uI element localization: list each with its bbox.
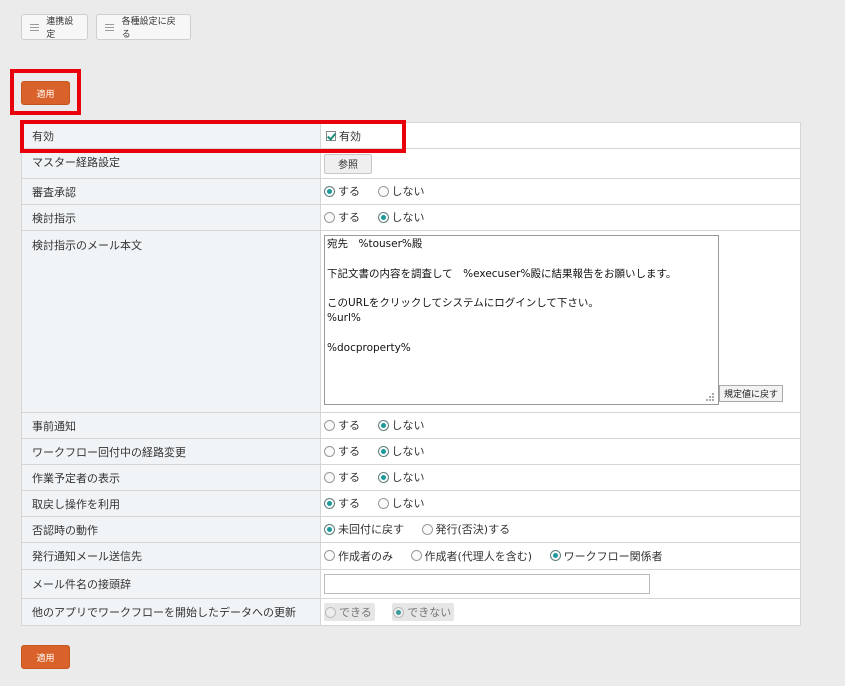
- label-show-planned: 作業予定者の表示: [21, 464, 321, 491]
- label-review-approval: 審査承認: [21, 178, 321, 205]
- row-master-route: マスター経路設定 参照: [21, 148, 801, 179]
- label-reject-action: 否認時の動作: [21, 516, 321, 543]
- list-icon: [30, 23, 39, 31]
- radio-label: しない: [391, 211, 425, 225]
- radio-on-icon: [549, 550, 561, 562]
- radio-label: する: [338, 419, 360, 433]
- radio-label: する: [338, 497, 360, 511]
- radio-label: できる: [339, 606, 372, 619]
- radio-on-icon: [324, 497, 335, 509]
- row-review-instruction: 検討指示 する しない: [21, 204, 801, 231]
- radio-review-approval-no[interactable]: しない: [377, 183, 425, 199]
- radio-off-icon: [377, 185, 389, 197]
- radio-notice-workflow-members[interactable]: ワークフロー関係者: [549, 548, 663, 564]
- row-review-mail-body: 検討指示のメール本文 宛先 %touser%殿 下記文書の内容を調査して %ex…: [21, 230, 801, 413]
- radio-review-approval-yes[interactable]: する: [324, 183, 360, 199]
- row-reject-action: 否認時の動作 未回付に戻す 発行(否決)する: [21, 516, 801, 543]
- apply-button-top[interactable]: 適用: [21, 81, 70, 105]
- radio-on-icon: [324, 185, 335, 197]
- radio-label: できない: [407, 606, 452, 619]
- label-advance-notice: 事前通知: [21, 412, 321, 439]
- radio-advance-notice-yes[interactable]: する: [324, 417, 360, 433]
- radio-off-icon: [325, 606, 336, 618]
- reset-default-button[interactable]: 規定値に戻す: [719, 385, 783, 402]
- radio-show-planned-yes[interactable]: する: [324, 469, 360, 485]
- radio-off-icon: [324, 211, 335, 223]
- resize-grip-icon[interactable]: [706, 393, 714, 401]
- row-review-approval: 審査承認 する しない: [21, 178, 801, 205]
- row-other-app-update: 他のアプリでワークフローを開始したデータへの更新 できる できない: [21, 598, 801, 626]
- radio-label: する: [338, 211, 360, 225]
- radio-route-change-no[interactable]: しない: [377, 443, 425, 459]
- radio-other-app-cannot[interactable]: できない: [392, 603, 455, 621]
- radio-off-icon: [324, 550, 335, 562]
- radio-label: 作成者(代理人を含む): [424, 549, 533, 563]
- link-settings-button[interactable]: 連携設定: [21, 14, 88, 40]
- apply-button-bottom[interactable]: 適用: [21, 645, 70, 669]
- radio-on-icon: [393, 606, 405, 618]
- radio-on-icon: [377, 471, 389, 483]
- label-other-app-update: 他のアプリでワークフローを開始したデータへの更新: [21, 598, 321, 626]
- radio-label: しない: [391, 445, 425, 459]
- radio-notice-creator-only[interactable]: 作成者のみ: [324, 548, 393, 564]
- label-master-route: マスター経路設定: [21, 148, 321, 179]
- back-to-settings-button[interactable]: 各種設定に戻る: [96, 14, 191, 40]
- radio-reject-return[interactable]: 未回付に戻す: [324, 521, 404, 537]
- label-issue-notice-to: 発行通知メール送信先: [21, 542, 321, 570]
- radio-off-icon: [421, 523, 433, 535]
- label-review-mail-body: 検討指示のメール本文: [21, 230, 321, 413]
- radio-undo-operation-yes[interactable]: する: [324, 495, 360, 511]
- radio-label: する: [338, 185, 360, 199]
- back-to-settings-label: 各種設定に戻る: [121, 17, 176, 40]
- radio-on-icon: [377, 211, 389, 223]
- radio-label: する: [338, 445, 360, 459]
- link-settings-label: 連携設定: [46, 17, 74, 40]
- radio-label: しない: [391, 471, 425, 485]
- radio-off-icon: [324, 419, 335, 431]
- radio-on-icon: [324, 523, 335, 535]
- radio-undo-operation-no[interactable]: しない: [377, 495, 425, 511]
- radio-label: する: [338, 471, 360, 485]
- review-mail-body-textarea[interactable]: 宛先 %touser%殿 下記文書の内容を調査して %execuser%殿に結果…: [324, 235, 719, 405]
- mail-subject-prefix-input[interactable]: [324, 574, 650, 594]
- radio-show-planned-no[interactable]: しない: [377, 469, 425, 485]
- label-route-change: ワークフロー回付中の経路変更: [21, 438, 321, 465]
- workflow-settings-table: 有効 有効 マスター経路設定 参照 審査承認 する しない 検討指示 する しな…: [21, 122, 801, 626]
- row-undo-operation: 取戻し操作を利用 する しない: [21, 490, 801, 517]
- radio-off-icon: [324, 471, 335, 483]
- radio-off-icon: [377, 497, 389, 509]
- label-review-instruction: 検討指示: [21, 204, 321, 231]
- browse-button[interactable]: 参照: [324, 153, 372, 174]
- radio-label: 発行(否決)する: [435, 523, 511, 537]
- radio-review-instruction-yes[interactable]: する: [324, 209, 360, 225]
- radio-on-icon: [377, 445, 389, 457]
- label-undo-operation: 取戻し操作を利用: [21, 490, 321, 517]
- radio-label: 未回付に戻す: [338, 523, 404, 537]
- radio-notice-creator-proxy[interactable]: 作成者(代理人を含む): [410, 548, 533, 564]
- radio-on-icon: [377, 419, 389, 431]
- radio-label: 作成者のみ: [338, 549, 393, 563]
- label-mail-subject-prefix: メール件名の接頭辞: [21, 569, 321, 599]
- radio-label: ワークフロー関係者: [563, 549, 663, 563]
- radio-off-icon: [410, 550, 422, 562]
- row-show-planned: 作業予定者の表示 する しない: [21, 464, 801, 491]
- radio-other-app-can[interactable]: できる: [324, 603, 375, 621]
- list-icon: [105, 23, 114, 31]
- row-advance-notice: 事前通知 する しない: [21, 412, 801, 439]
- radio-reject-issue[interactable]: 発行(否決)する: [421, 521, 511, 537]
- radio-label: しない: [391, 419, 425, 433]
- highlight-box-enabled: [20, 120, 406, 153]
- radio-review-instruction-no[interactable]: しない: [377, 209, 425, 225]
- radio-label: しない: [391, 185, 425, 199]
- row-issue-notice-to: 発行通知メール送信先 作成者のみ 作成者(代理人を含む) ワークフロー関係者: [21, 542, 801, 570]
- radio-route-change-yes[interactable]: する: [324, 443, 360, 459]
- radio-label: しない: [391, 497, 425, 511]
- radio-off-icon: [324, 445, 335, 457]
- row-mail-subject-prefix: メール件名の接頭辞: [21, 569, 801, 599]
- radio-advance-notice-no[interactable]: しない: [377, 417, 425, 433]
- row-route-change: ワークフロー回付中の経路変更 する しない: [21, 438, 801, 465]
